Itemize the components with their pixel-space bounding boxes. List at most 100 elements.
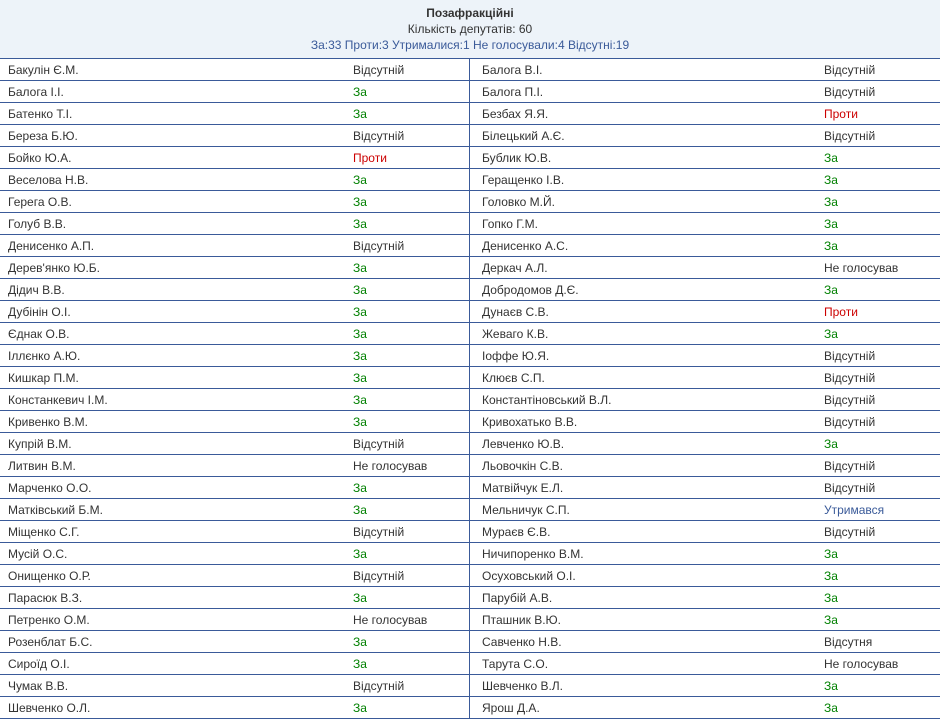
deputy-name: Денисенко А.П.	[0, 239, 349, 253]
vote-value: Відсутній	[820, 459, 940, 473]
table-row: Клюєв С.П.Відсутній	[470, 367, 940, 389]
deputy-name: Дунаєв С.В.	[470, 305, 820, 319]
table-row: Балога П.І.Відсутній	[470, 81, 940, 103]
vote-value: За	[349, 107, 469, 121]
table-row: Міщенко С.Г.Відсутній	[0, 521, 470, 543]
table-row: Добродомов Д.Є.За	[470, 279, 940, 301]
deputy-name: Онищенко О.Р.	[0, 569, 349, 583]
deputy-name: Іллєнко А.Ю.	[0, 349, 349, 363]
table-row: Розенблат Б.С.За	[0, 631, 470, 653]
deputy-name: Головко М.Й.	[470, 195, 820, 209]
vote-value: За	[349, 195, 469, 209]
vote-value: За	[349, 261, 469, 275]
table-row: Геращенко І.В.За	[470, 169, 940, 191]
deputy-name: Бакулін Є.М.	[0, 63, 349, 77]
table-row: Балога І.І.За	[0, 81, 470, 103]
vote-value: За	[349, 547, 469, 561]
vote-value: За	[820, 195, 940, 209]
deputy-name: Дубінін О.І.	[0, 305, 349, 319]
table-row: Матківський Б.М.За	[0, 499, 470, 521]
table-row: Гопко Г.М.За	[470, 213, 940, 235]
table-row: Петренко О.М.Не голосував	[0, 609, 470, 631]
deputy-name: Петренко О.М.	[0, 613, 349, 627]
deputy-name: Денисенко А.С.	[470, 239, 820, 253]
deputy-name: Мусій О.С.	[0, 547, 349, 561]
deputy-name: Деркач А.Л.	[470, 261, 820, 275]
deputy-name: Дідич В.В.	[0, 283, 349, 297]
deputy-name: Безбах Я.Я.	[470, 107, 820, 121]
vote-value: За	[349, 657, 469, 671]
deputy-name: Гопко Г.М.	[470, 217, 820, 231]
deputy-name: Балога П.І.	[470, 85, 820, 99]
vote-value: За	[349, 371, 469, 385]
table-row: Купрій В.М.Відсутній	[0, 433, 470, 455]
vote-value: Відсутній	[820, 415, 940, 429]
table-row: Чумак В.В.Відсутній	[0, 675, 470, 697]
table-row: Осуховський О.І.За	[470, 565, 940, 587]
table-row: Денисенко А.П.Відсутній	[0, 235, 470, 257]
vote-value: За	[820, 173, 940, 187]
table-row: Жеваго К.В.За	[470, 323, 940, 345]
vote-value: Не голосував	[349, 613, 469, 627]
vote-value: За	[349, 393, 469, 407]
table-row: Савченко Н.В.Відсутня	[470, 631, 940, 653]
deputy-name: Геращенко І.В.	[470, 173, 820, 187]
deputy-name: Купрій В.М.	[0, 437, 349, 451]
vote-value: За	[820, 613, 940, 627]
vote-value: За	[349, 503, 469, 517]
deputy-name: Кривенко В.М.	[0, 415, 349, 429]
vote-value: За	[349, 173, 469, 187]
table-row: Матвійчук Е.Л.Відсутній	[470, 477, 940, 499]
vote-value: За	[349, 305, 469, 319]
vote-value: Відсутній	[820, 129, 940, 143]
vote-value: Відсутній	[820, 525, 940, 539]
table-row: Веселова Н.В.За	[0, 169, 470, 191]
table-row: Кривохатько В.В.Відсутній	[470, 411, 940, 433]
table-row: Бойко Ю.А.Проти	[0, 147, 470, 169]
table-row: Констанкевич І.М.За	[0, 389, 470, 411]
left-column: Бакулін Є.М. Відсутній Балога І.І.За Батенк…	[0, 59, 470, 719]
table-row: Тарута С.О.Не голосував	[470, 653, 940, 675]
table-row: Ничипоренко В.М.За	[470, 543, 940, 565]
deputy-name: Балога В.І.	[470, 63, 820, 77]
table-row: Шевченко В.Л.За	[470, 675, 940, 697]
vote-value: За	[820, 437, 940, 451]
table-row: Голуб В.В.За	[0, 213, 470, 235]
table-row: Пташник В.Ю.За	[470, 609, 940, 631]
vote-value: За	[820, 327, 940, 341]
vote-value: Відсутній	[820, 481, 940, 495]
deputy-name: Мельничук С.П.	[470, 503, 820, 517]
table-row: Литвин В.М.Не голосував	[0, 455, 470, 477]
table-row: Іоффе Ю.Я.Відсутній	[470, 345, 940, 367]
vote-value: Проти	[820, 107, 940, 121]
vote-value: За	[820, 239, 940, 253]
deputy-name: Левченко Ю.В.	[470, 437, 820, 451]
vote-value: Відсутній	[820, 63, 940, 77]
vote-value: За	[349, 481, 469, 495]
deputy-name: Голуб В.В.	[0, 217, 349, 231]
vote-value: Відсутній	[820, 393, 940, 407]
deputy-name: Сироїд О.І.	[0, 657, 349, 671]
table-row: Головко М.Й.За	[470, 191, 940, 213]
deputy-name: Пташник В.Ю.	[470, 613, 820, 627]
deputy-name: Ничипоренко В.М.	[470, 547, 820, 561]
deputy-count: Кількість депутатів: 60	[0, 22, 940, 36]
deputy-name: Шевченко В.Л.	[470, 679, 820, 693]
table-row: Парасюк В.З.За	[0, 587, 470, 609]
vote-value: Відсутній	[820, 85, 940, 99]
deputy-name: Батенко Т.І.	[0, 107, 349, 121]
table-row: Герега О.В.За	[0, 191, 470, 213]
deputy-name: Герега О.В.	[0, 195, 349, 209]
vote-value: Проти	[349, 151, 469, 165]
deputy-name: Льовочкін С.В.	[470, 459, 820, 473]
vote-value: Відсутній	[820, 371, 940, 385]
vote-value: Відсутній	[349, 239, 469, 253]
vote-value: За	[820, 701, 940, 715]
vote-value: За	[349, 591, 469, 605]
table-row: Дунаєв С.В.Проти	[470, 301, 940, 323]
voting-table: Позафракційні Кількість депутатів: 60 За…	[0, 0, 940, 719]
table-row: Безбах Я.Я.Проти	[470, 103, 940, 125]
faction-title: Позафракційні	[0, 6, 940, 20]
deputy-name: Білецький А.Є.	[470, 129, 820, 143]
deputy-name: Марченко О.О.	[0, 481, 349, 495]
